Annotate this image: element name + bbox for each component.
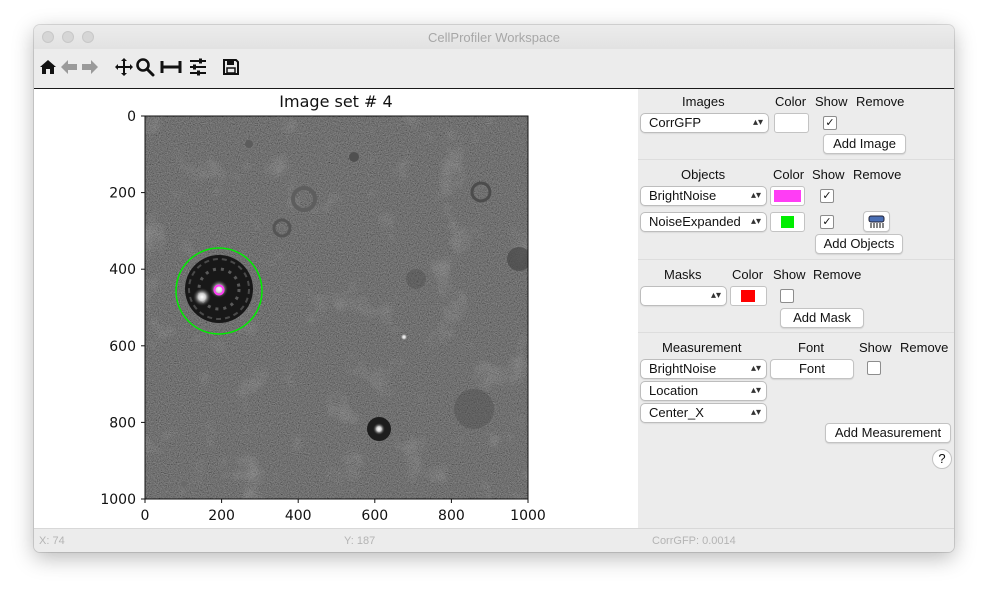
image-select[interactable]: CorrGFP ▴▾ (640, 113, 769, 133)
image-color-button[interactable] (774, 113, 809, 133)
masks-remove-header: Remove (813, 267, 862, 282)
navigation-toolbar (34, 49, 954, 89)
objects-select-value: BrightNoise (649, 188, 717, 203)
y-tick: 0 (127, 109, 136, 125)
y-tick: 800 (109, 415, 136, 431)
images-remove-header: Remove (856, 94, 905, 109)
remove-objects-button[interactable] (863, 211, 890, 232)
measurement-remove-header: Remove (900, 340, 949, 355)
measurement-feature-select[interactable]: Center_X ▴▾ (640, 403, 767, 423)
mask-show-checkbox[interactable] (780, 289, 794, 303)
x-tick: 800 (438, 508, 465, 524)
status-value: CorrGFP: 0.0014 (652, 535, 736, 547)
mask-color-button[interactable] (730, 286, 767, 306)
measurement-font-header: Font (798, 340, 825, 355)
y-tick: 200 (109, 186, 136, 202)
section-divider (638, 332, 954, 333)
x-axis: 0 200 400 600 800 1000 (141, 499, 546, 524)
forward-arrow-icon[interactable] (80, 55, 100, 79)
window-title: CellProfiler Workspace (428, 30, 560, 45)
add-measurement-button[interactable]: Add Measurement (825, 423, 951, 443)
save-icon[interactable] (221, 55, 241, 79)
masks-color-header: Color (732, 267, 764, 282)
pan-icon[interactable] (114, 55, 134, 79)
cellprofiler-window: CellProfiler Workspace Image set # 4 0 2… (34, 25, 954, 552)
y-tick: 400 (109, 262, 136, 278)
objects-color-header: Color (773, 167, 805, 182)
measurement-show-header: Show (859, 340, 892, 355)
section-divider (638, 159, 954, 160)
zoom-icon[interactable] (135, 55, 155, 79)
status-y: Y: 187 (344, 535, 376, 547)
status-bar: X: 74 Y: 187 CorrGFP: 0.0014 (34, 528, 954, 552)
subplots-icon[interactable] (160, 55, 182, 79)
x-tick: 200 (208, 508, 235, 524)
measurement-object-value: BrightNoise (649, 361, 717, 376)
objects-header: Objects (681, 167, 726, 182)
chevron-updown-icon: ▴▾ (750, 190, 761, 201)
images-color-header: Color (775, 94, 807, 109)
status-x: X: 74 (39, 535, 65, 547)
x-tick: 600 (361, 508, 388, 524)
x-tick: 400 (285, 508, 312, 524)
font-button[interactable]: Font (770, 359, 854, 379)
back-arrow-icon[interactable] (59, 55, 79, 79)
brightnoise-show-checkbox[interactable]: ✓ (820, 189, 834, 203)
help-button[interactable]: ? (932, 449, 952, 469)
chevron-updown-icon: ▴▾ (710, 290, 721, 301)
objects-remove-header: Remove (853, 167, 902, 182)
y-tick: 1000 (100, 492, 136, 508)
image-select-value: CorrGFP (649, 115, 701, 130)
measurement-header: Measurement (662, 340, 742, 355)
add-image-button[interactable]: Add Image (823, 134, 906, 154)
chevron-updown-icon: ▴▾ (750, 407, 761, 418)
images-show-header: Show (815, 94, 848, 109)
chevron-updown-icon: ▴▾ (750, 385, 761, 396)
home-icon[interactable] (38, 55, 58, 79)
image-show-checkbox[interactable]: ✓ (823, 116, 837, 130)
measurement-category-select[interactable]: Location ▴▾ (640, 381, 767, 401)
remove-icon (868, 215, 885, 228)
image-figure[interactable]: Image set # 4 0 200 400 600 800 1000 0 2… (34, 89, 638, 528)
objects-show-header: Show (812, 167, 845, 182)
noiseexpanded-color-button[interactable] (770, 212, 805, 232)
microscopy-image[interactable] (145, 116, 531, 499)
objects-select-value: NoiseExpanded (649, 214, 741, 229)
brightnoise-color-button[interactable] (770, 186, 805, 206)
y-tick: 600 (109, 339, 136, 355)
masks-header: Masks (664, 267, 702, 282)
measurement-feature-value: Center_X (649, 405, 704, 420)
title-bar: CellProfiler Workspace (34, 25, 954, 49)
masks-show-header: Show (773, 267, 806, 282)
images-header: Images (682, 94, 725, 109)
section-divider (638, 259, 954, 260)
y-axis: 0 200 400 600 800 1000 (100, 109, 145, 508)
chevron-updown-icon: ▴▾ (752, 117, 763, 128)
chevron-updown-icon: ▴▾ (750, 363, 761, 374)
plot-title: Image set # 4 (279, 92, 392, 111)
measurement-object-select[interactable]: BrightNoise ▴▾ (640, 359, 767, 379)
x-tick: 0 (141, 508, 150, 524)
add-mask-button[interactable]: Add Mask (780, 308, 864, 328)
objects-select-brightnoise[interactable]: BrightNoise ▴▾ (640, 186, 767, 206)
mask-select[interactable]: ▴▾ (640, 286, 727, 306)
display-settings-panel: Images Color Show Remove CorrGFP ▴▾ ✓ Add… (638, 89, 954, 528)
measurement-show-checkbox[interactable] (867, 361, 881, 375)
add-objects-button[interactable]: Add Objects (815, 234, 903, 254)
x-tick: 1000 (510, 508, 546, 524)
configure-icon[interactable] (187, 55, 209, 79)
image-plot-area: Image set # 4 0 200 400 600 800 1000 0 2… (34, 89, 638, 528)
measurement-category-value: Location (649, 383, 699, 398)
noiseexpanded-show-checkbox[interactable]: ✓ (820, 215, 834, 229)
objects-select-noiseexpanded[interactable]: NoiseExpanded ▴▾ (640, 212, 767, 232)
chevron-updown-icon: ▴▾ (750, 216, 761, 227)
